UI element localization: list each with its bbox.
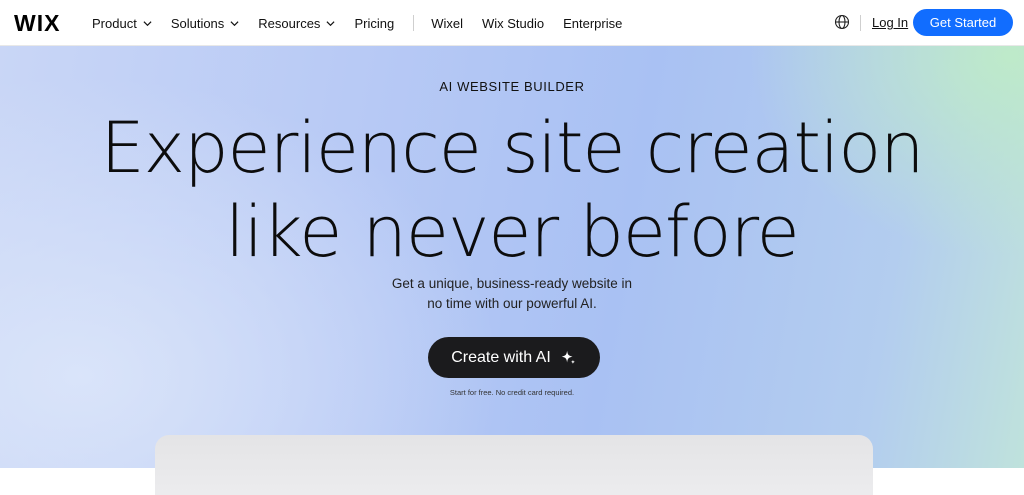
- header-divider: [860, 15, 861, 31]
- hero-headline: Experience site creation like never befo…: [0, 106, 1024, 274]
- nav-item-label: Resources: [258, 15, 321, 31]
- nav-item-wixel[interactable]: Wixel: [431, 16, 463, 31]
- headline-line-2: like never before: [225, 191, 800, 273]
- sparkle-icon: [561, 350, 575, 364]
- headline-line-1: Experience site creation: [100, 107, 924, 189]
- login-link[interactable]: Log In: [872, 15, 908, 30]
- nav-item-pricing[interactable]: Pricing: [354, 16, 394, 31]
- subheading-line-2: no time with our powerful AI.: [427, 296, 597, 311]
- nav-item-enterprise[interactable]: Enterprise: [563, 16, 622, 31]
- subheading-line-1: Get a unique, business-ready website in: [391, 276, 633, 291]
- nav-item-label: Product: [92, 15, 137, 31]
- nav-item-label: Wix Studio: [481, 15, 545, 31]
- nav-item-label: Enterprise: [563, 15, 623, 31]
- nav-item-product[interactable]: Product: [92, 16, 152, 31]
- hero-eyebrow: AI WEBSITE BUILDER: [439, 79, 585, 94]
- create-with-ai-label: Create with AI: [451, 348, 551, 366]
- wix-logo[interactable]: WIX: [14, 10, 60, 37]
- nav-item-label: Pricing: [354, 15, 395, 31]
- globe-icon[interactable]: [834, 14, 850, 30]
- nav-item-wix-studio[interactable]: Wix Studio: [482, 16, 544, 31]
- hero-disclaimer: Start for free. No credit card required.: [449, 388, 575, 397]
- nav-item-resources[interactable]: Resources: [258, 16, 335, 31]
- nav-item-label: Solutions: [170, 15, 225, 31]
- nav-divider: [413, 15, 415, 31]
- top-navigation-bar: WIX Product Solutions Resources Pricing …: [0, 0, 1024, 46]
- nav-item-solutions[interactable]: Solutions: [171, 16, 239, 31]
- main-nav: Product Solutions Resources Pricing Wixe…: [92, 0, 641, 46]
- create-with-ai-button[interactable]: Create with AI: [428, 337, 600, 378]
- editor-preview-card: [155, 435, 873, 495]
- chevron-down-icon: [230, 20, 239, 26]
- nav-item-label: Wixel: [431, 15, 463, 31]
- get-started-button[interactable]: Get Started: [913, 9, 1013, 36]
- hero-subheading: Get a unique, business-ready website in …: [0, 274, 1024, 314]
- hero-section: AI WEBSITE BUILDER Experience site creat…: [0, 46, 1024, 495]
- chevron-down-icon: [326, 20, 335, 26]
- chevron-down-icon: [143, 20, 152, 26]
